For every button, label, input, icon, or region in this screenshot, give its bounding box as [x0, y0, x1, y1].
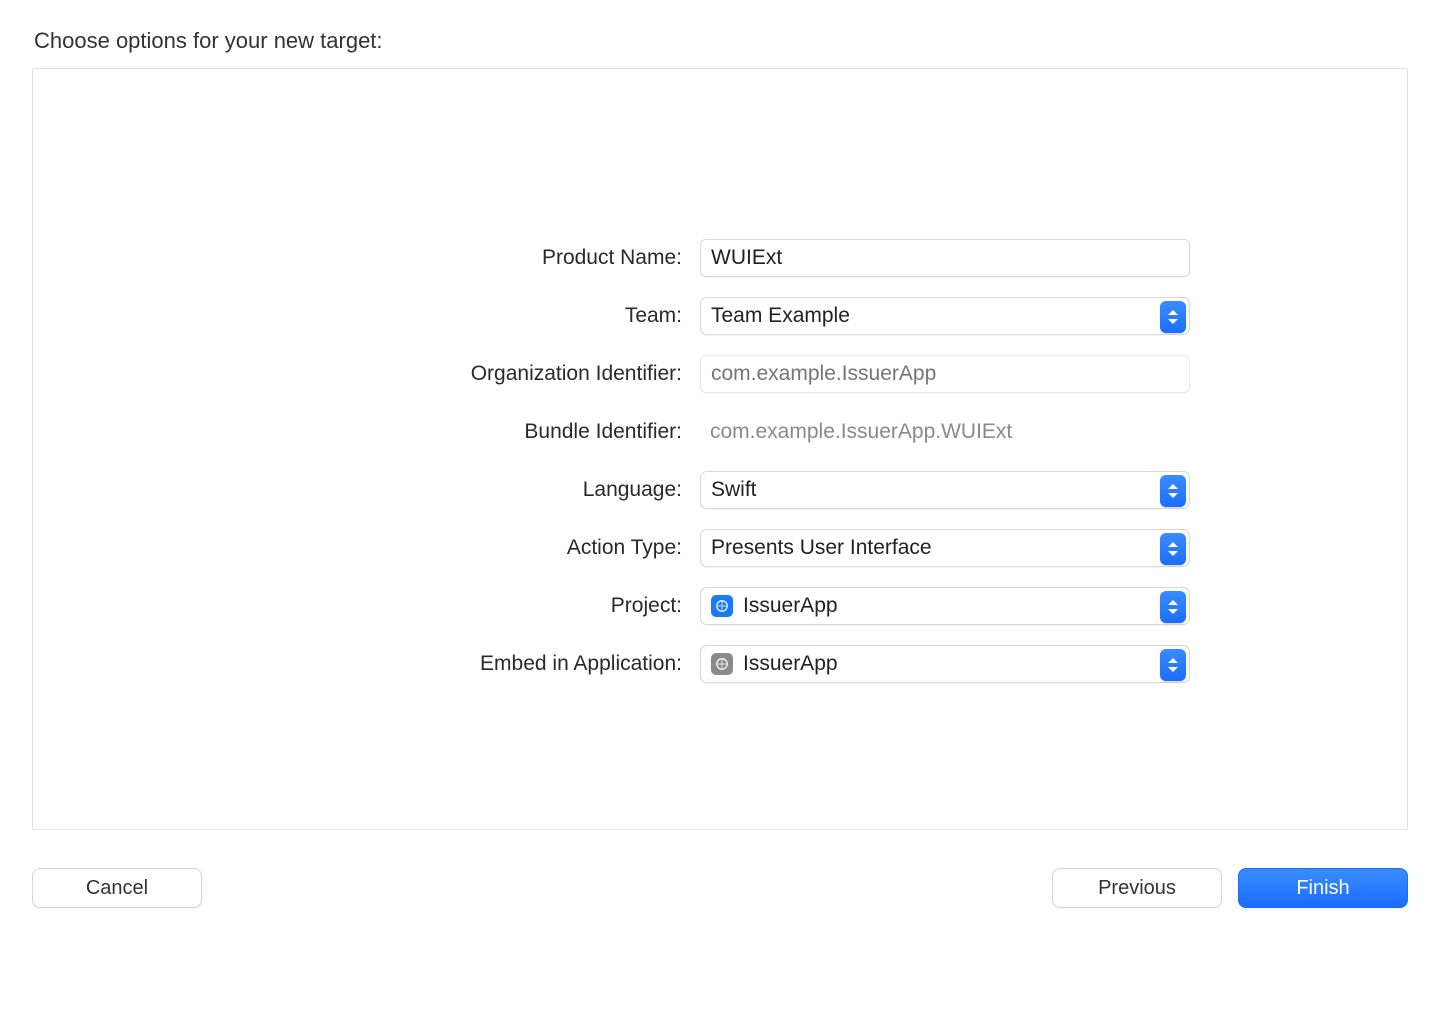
product-name-field[interactable] — [700, 239, 1190, 277]
language-popup[interactable]: Swift — [700, 471, 1190, 509]
row-language: Language: Swift — [230, 461, 1210, 519]
row-org-identifier: Organization Identifier: — [230, 345, 1210, 403]
sheet-title: Choose options for your new target: — [34, 28, 1408, 54]
cancel-button[interactable]: Cancel — [32, 868, 202, 908]
action-type-popup[interactable]: Presents User Interface — [700, 529, 1190, 567]
footer: Cancel Previous Finish — [32, 868, 1408, 908]
label-team: Team: — [230, 304, 700, 328]
options-panel: Product Name: Team: Team Example Organiz… — [32, 68, 1408, 830]
label-embed: Embed in Application: — [230, 652, 700, 676]
row-action-type: Action Type: Presents User Interface — [230, 519, 1210, 577]
org-identifier-field — [700, 355, 1190, 393]
row-embed: Embed in Application: IssuerApp — [230, 635, 1210, 693]
label-project: Project: — [230, 594, 700, 618]
updown-icon — [1160, 591, 1186, 623]
label-bundle-identifier: Bundle Identifier: — [230, 420, 700, 444]
updown-icon — [1160, 649, 1186, 681]
label-action-type: Action Type: — [230, 536, 700, 560]
embed-popup[interactable]: IssuerApp — [700, 645, 1190, 683]
bundle-identifier-value: com.example.IssuerApp.WUIExt — [700, 420, 1210, 444]
row-product-name: Product Name: — [230, 229, 1210, 287]
form: Product Name: Team: Team Example Organiz… — [230, 229, 1210, 693]
team-popup-value: Team Example — [711, 304, 850, 328]
app-icon — [711, 653, 733, 675]
row-team: Team: Team Example — [230, 287, 1210, 345]
updown-icon — [1160, 301, 1186, 333]
row-project: Project: IssuerApp — [230, 577, 1210, 635]
previous-button[interactable]: Previous — [1052, 868, 1222, 908]
label-org-identifier: Organization Identifier: — [230, 362, 700, 386]
updown-icon — [1160, 533, 1186, 565]
project-popup[interactable]: IssuerApp — [700, 587, 1190, 625]
finish-button[interactable]: Finish — [1238, 868, 1408, 908]
row-bundle-identifier: Bundle Identifier: com.example.IssuerApp… — [230, 403, 1210, 461]
xcode-project-icon — [711, 595, 733, 617]
label-language: Language: — [230, 478, 700, 502]
embed-popup-value: IssuerApp — [743, 652, 838, 676]
language-popup-value: Swift — [711, 478, 757, 502]
new-target-options-sheet: Choose options for your new target: Prod… — [0, 0, 1440, 938]
updown-icon — [1160, 475, 1186, 507]
action-type-popup-value: Presents User Interface — [711, 536, 932, 560]
team-popup[interactable]: Team Example — [700, 297, 1190, 335]
project-popup-value: IssuerApp — [743, 594, 838, 618]
label-product-name: Product Name: — [230, 246, 700, 270]
